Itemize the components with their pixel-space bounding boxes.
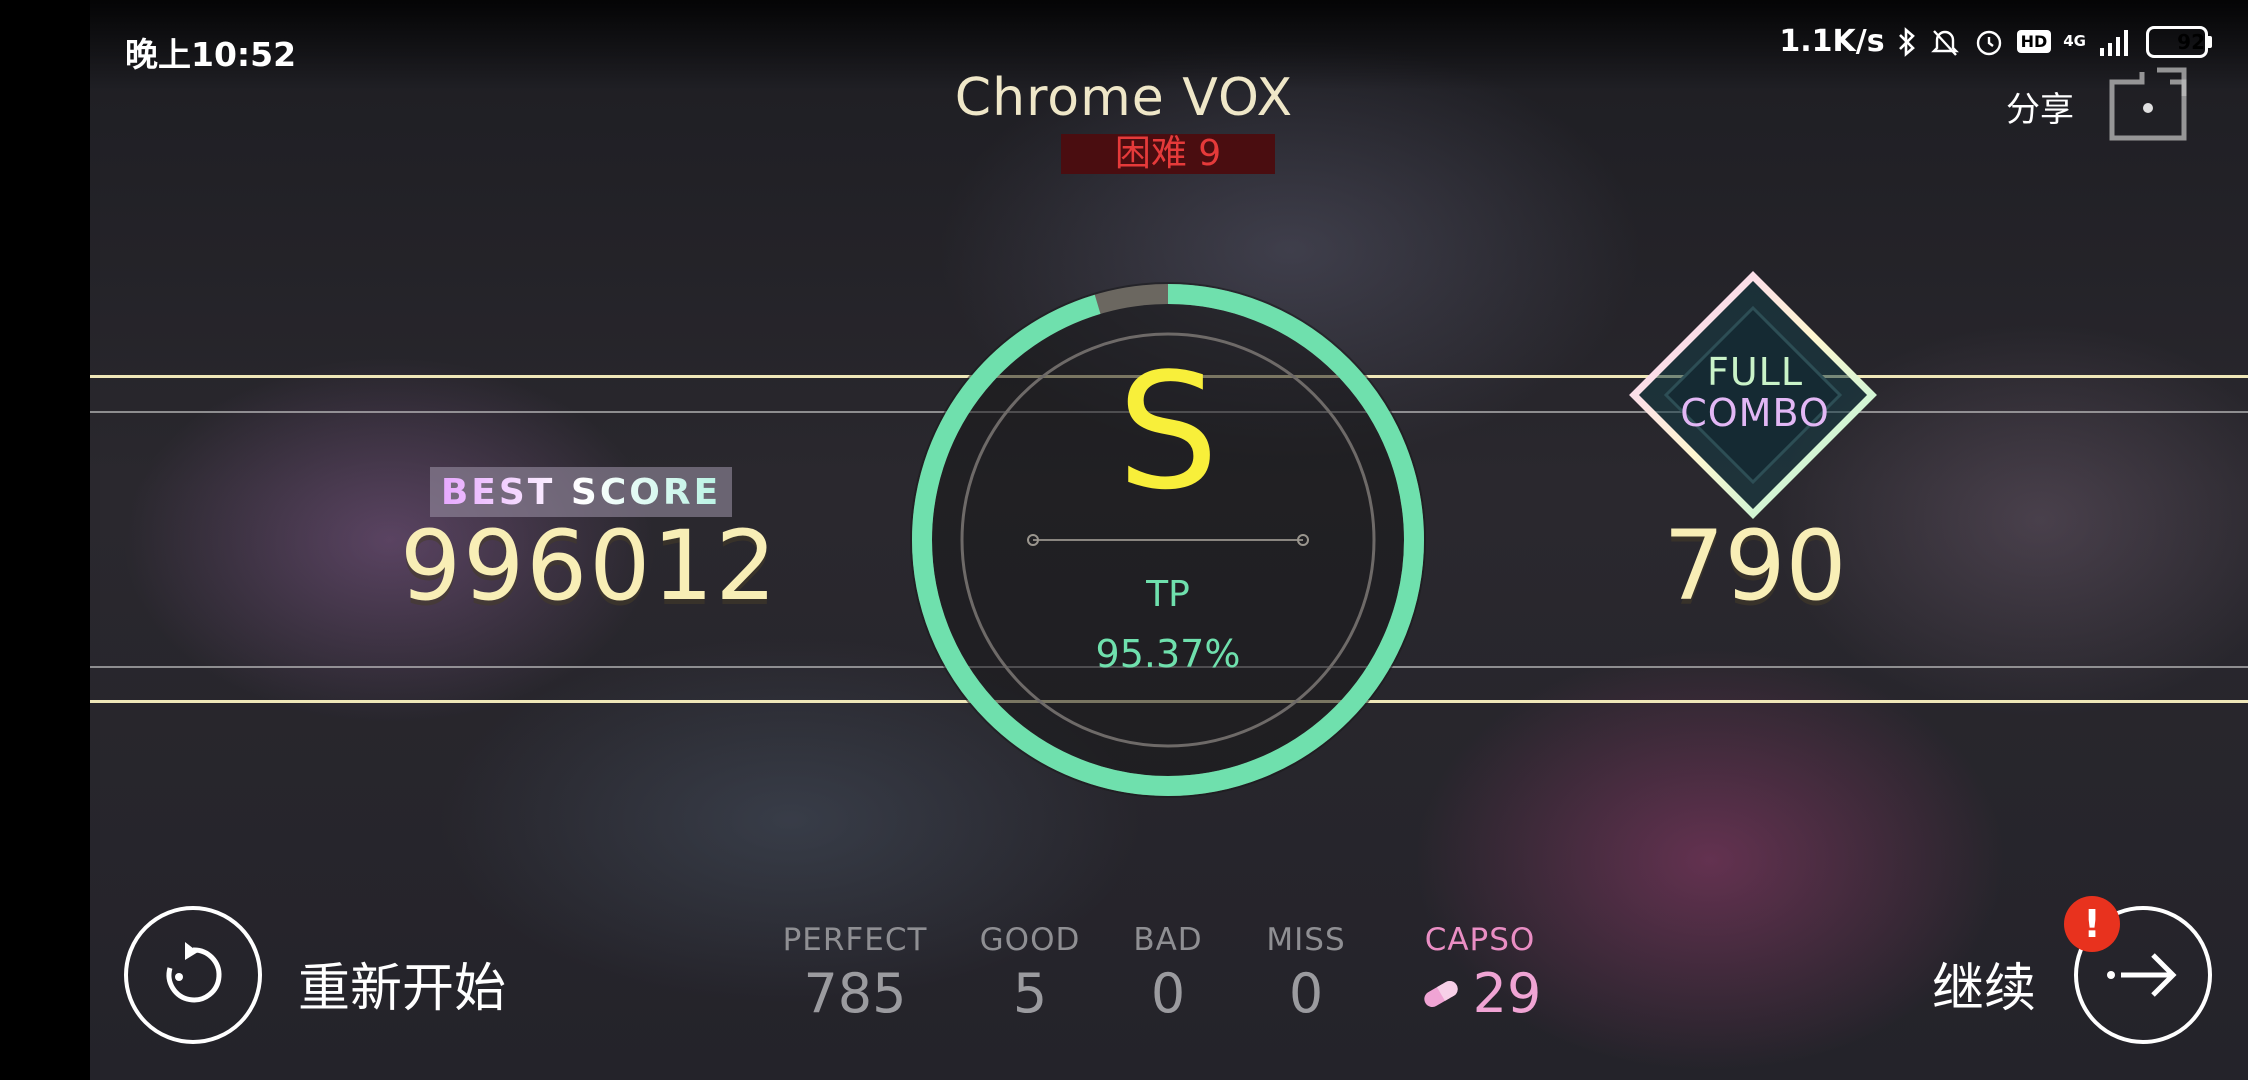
stat-perfect-value: 785 xyxy=(803,962,907,1025)
full-combo-line1: FULL xyxy=(1706,350,1803,394)
signal-icon xyxy=(2098,28,2134,56)
battery-level: 92 xyxy=(2177,29,2205,54)
stat-capso: CAPSO 29 xyxy=(1400,922,1560,1025)
stat-good: GOOD 5 xyxy=(970,922,1090,1025)
battery-icon: 92 xyxy=(2146,25,2212,58)
bluetooth-icon xyxy=(1897,26,1917,58)
left-inset-bar xyxy=(0,0,90,1080)
stat-capso-label: CAPSO xyxy=(1424,922,1536,958)
network-type: 4G xyxy=(2063,32,2086,50)
hd-icon: HD xyxy=(2016,30,2052,53)
tp-value: 95.37% xyxy=(1095,632,1241,676)
arrow-right-icon xyxy=(2107,953,2177,997)
stat-capso-value: 29 xyxy=(1472,962,1542,1025)
difficulty-badge: 困难 9 xyxy=(1061,134,1275,174)
stat-miss: MISS 0 xyxy=(1248,922,1364,1025)
restart-icon xyxy=(166,942,222,1003)
stat-miss-label: MISS xyxy=(1266,922,1346,958)
restart-label[interactable]: 重新开始 xyxy=(298,946,506,1021)
stat-perfect: PERFECT 785 xyxy=(770,922,940,1025)
capsule-icon xyxy=(1423,980,1458,1007)
continue-label[interactable]: 继续 xyxy=(1932,946,2036,1021)
status-bar-right: 1.1K/s HD 4G 92 xyxy=(1779,24,2212,59)
stat-good-value: 5 xyxy=(1012,962,1048,1025)
song-title: Chrome VOX xyxy=(954,68,1294,128)
stat-miss-value: 0 xyxy=(1288,962,1324,1025)
share-icon[interactable] xyxy=(2102,66,2192,150)
alarm-icon xyxy=(1973,26,2005,58)
tp-label: TP xyxy=(1146,574,1190,615)
bell-muted-icon xyxy=(1929,26,1961,58)
best-score-label: BEST SCORE xyxy=(440,471,722,513)
rank-letter: S xyxy=(1117,338,1219,525)
restart-button[interactable] xyxy=(124,906,262,1044)
share-label[interactable]: 分享 xyxy=(2006,82,2074,131)
stat-bad-value: 0 xyxy=(1150,962,1186,1025)
stat-bad: BAD 0 xyxy=(1118,922,1218,1025)
max-combo-value: 790 xyxy=(1663,510,1847,622)
stat-perfect-label: PERFECT xyxy=(782,922,928,958)
alert-badge: ! xyxy=(2064,896,2120,952)
best-score-value: 996012 xyxy=(400,510,779,622)
network-speed: 1.1K/s xyxy=(1779,24,1885,59)
full-combo-line2: COMBO xyxy=(1680,391,1830,435)
stat-good-label: GOOD xyxy=(979,922,1081,958)
stat-bad-label: BAD xyxy=(1133,922,1203,958)
